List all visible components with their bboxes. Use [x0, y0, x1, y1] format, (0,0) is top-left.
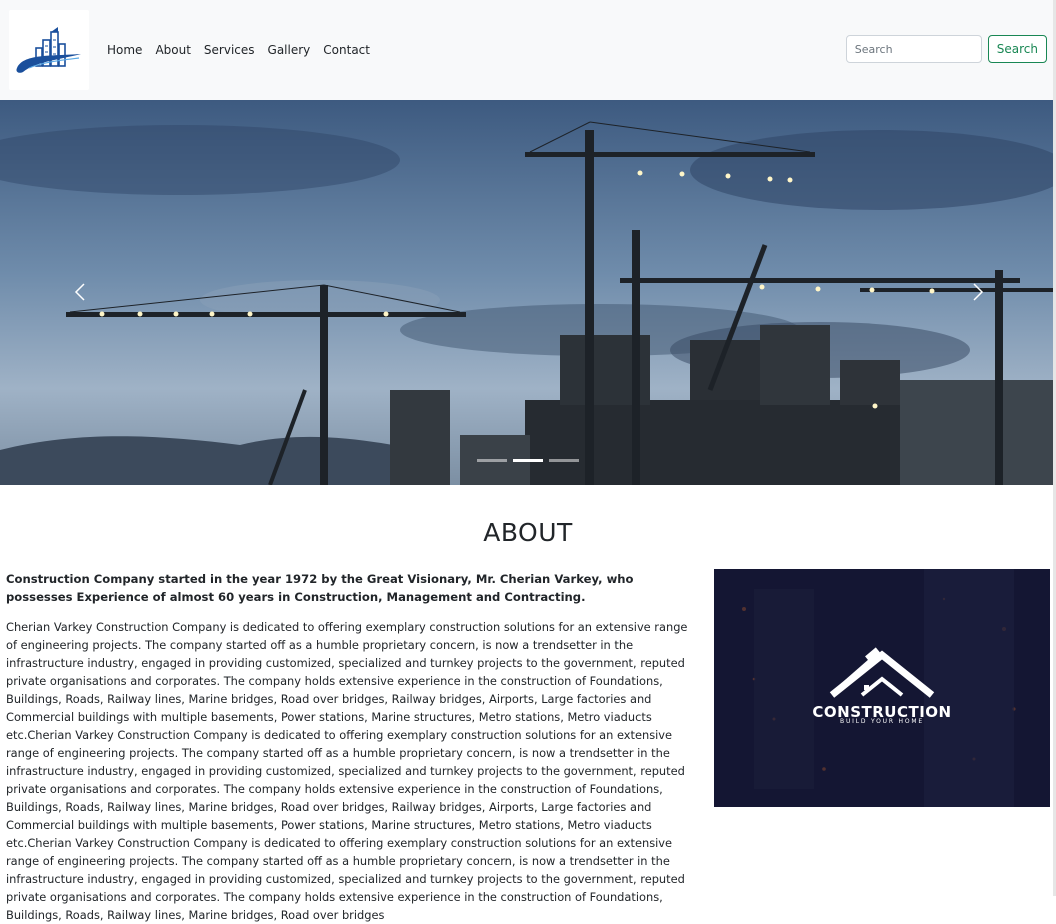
search-input[interactable] [845, 35, 982, 63]
navbar: Home About Services Gallery Contact Sear… [0, 0, 1056, 100]
nav-link-home[interactable]: Home [107, 42, 142, 58]
hero-carousel [0, 100, 1056, 485]
carousel-indicator-1[interactable] [477, 459, 507, 462]
brand-tagline-text: BUILD YOUR HOME [840, 718, 924, 725]
carousel-indicator-2[interactable] [513, 459, 543, 462]
nav-link-about[interactable]: About [155, 42, 190, 58]
construction-cranes-image [0, 100, 1056, 485]
chevron-left-icon [74, 283, 85, 301]
nav-link-gallery[interactable]: Gallery [268, 42, 311, 58]
nav-link-services[interactable]: Services [204, 42, 255, 58]
carousel-indicators [477, 459, 585, 462]
search-button[interactable]: Search [987, 35, 1047, 63]
carousel-next-button[interactable] [962, 270, 992, 314]
carousel-indicator-3[interactable] [549, 459, 579, 462]
about-image: CONSTRUCTION BUILD YOUR HOME [714, 569, 1050, 807]
nav-link-contact[interactable]: Contact [323, 42, 370, 58]
brand-image-background [714, 569, 1050, 807]
company-logo[interactable] [9, 10, 89, 90]
about-body-text: Cherian Varkey Construction Company is d… [6, 620, 688, 922]
chevron-right-icon [973, 283, 984, 301]
about-heading: ABOUT [483, 518, 573, 547]
about-lead-text: Construction Company started in the year… [6, 572, 634, 604]
carousel-prev-button[interactable] [66, 270, 96, 314]
building-logo-icon [16, 27, 82, 73]
search-form: Search [845, 35, 1047, 63]
nav-links: Home About Services Gallery Contact [107, 42, 383, 58]
